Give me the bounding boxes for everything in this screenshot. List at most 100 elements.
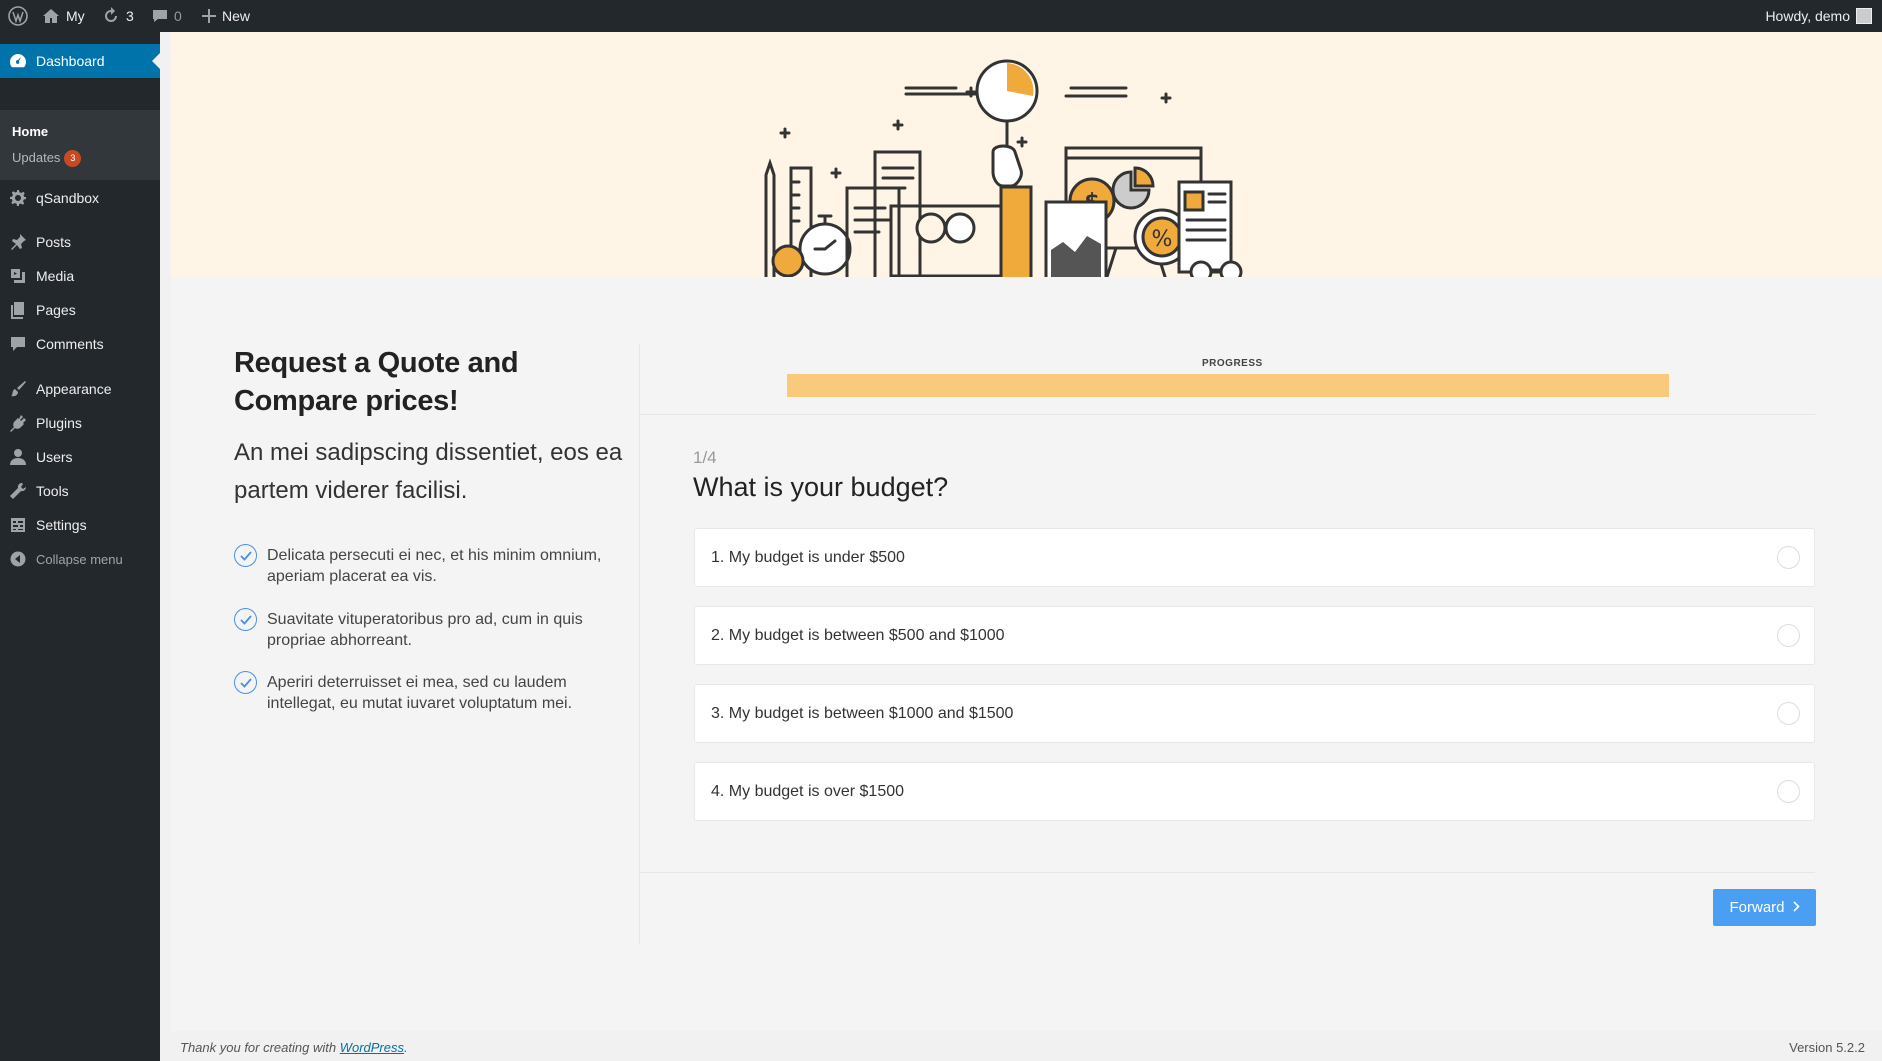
comment-icon [11, 337, 25, 351]
submenu-updates[interactable]: Updates 3 [12, 150, 82, 168]
wordpress-logo-icon[interactable] [8, 0, 28, 32]
hero-banner: $ % [171, 32, 1882, 277]
budget-option-1[interactable]: 1. My budget is under $500 [694, 528, 1815, 587]
page-title: Request a Quote and Compare prices! [234, 347, 519, 417]
sidebar-item-label: Tools [36, 483, 69, 499]
user-icon [10, 449, 26, 465]
media-icon [11, 269, 25, 283]
sidebar-item-dashboard[interactable]: Dashboard [0, 44, 160, 78]
comment-icon [153, 10, 167, 22]
settings-icon [11, 518, 25, 532]
site-name-link[interactable]: My [42, 0, 85, 32]
new-label: New [222, 8, 251, 24]
feature-text: Aperiri deterruisset ei mea, sed cu laud… [267, 674, 573, 712]
budget-option-3[interactable]: 3. My budget is between $1000 and $1500 [694, 684, 1815, 743]
sidebar-item-plugins[interactable]: Plugins [0, 406, 160, 440]
chevron-right-icon [1792, 899, 1800, 916]
sidebar-item-label: Pages [36, 302, 76, 318]
footer-thanks: Thank you for creating with WordPress. [180, 1040, 408, 1055]
paintbrush-icon [11, 381, 26, 397]
forward-button[interactable]: Forward [1713, 889, 1816, 926]
sidebar-item-label: Media [36, 268, 75, 284]
check-circle-icon [234, 608, 257, 631]
radio-button[interactable] [1777, 702, 1800, 725]
greeting: Howdy, demo [1765, 8, 1850, 24]
divider [640, 872, 1815, 873]
collapse-label: Collapse menu [36, 551, 123, 567]
option-label: 2. My budget is between $500 and $1000 [711, 626, 1005, 644]
sidebar-item-users[interactable]: Users [0, 440, 160, 474]
sidebar-item-qsandbox[interactable]: qSandbox [0, 181, 160, 215]
feature-item: Delicata persecuti ei nec, et his minim … [234, 544, 614, 587]
divider [640, 414, 1815, 415]
collapse-menu-button[interactable]: Collapse menu [0, 542, 160, 576]
site-name: My [66, 8, 85, 24]
radio-button[interactable] [1777, 624, 1800, 647]
comments-link[interactable]: 0 [152, 0, 182, 32]
step-indicator: 1/4 [693, 448, 717, 467]
budget-option-4[interactable]: 4. My budget is over $1500 [694, 762, 1815, 821]
check-circle-icon [234, 544, 257, 567]
comments-count: 0 [174, 8, 182, 24]
sidebar-item-pages[interactable]: Pages [0, 293, 160, 327]
footer-period: . [404, 1040, 408, 1055]
submenu-home[interactable]: Home [12, 124, 48, 139]
sidebar-item-label: Settings [36, 517, 87, 533]
dashboard-icon [10, 54, 26, 68]
progress-label: PROGRESS [1202, 358, 1263, 369]
sidebar-item-label: Posts [36, 234, 72, 250]
pages-icon [11, 302, 24, 319]
progress-bar [787, 374, 1669, 397]
option-label: 1. My budget is under $500 [711, 548, 905, 566]
my-account-link[interactable]: Howdy, demo [1765, 0, 1872, 32]
forward-label: Forward [1729, 899, 1785, 916]
plus-icon [202, 9, 216, 23]
sidebar-item-label: Comments [36, 336, 104, 352]
dashboard-submenu: Home Updates 3 [0, 110, 160, 180]
sidebar-item-label: Users [36, 449, 73, 465]
sidebar-item-tools[interactable]: Tools [0, 474, 160, 508]
option-label: 3. My budget is between $1000 and $1500 [711, 704, 1014, 722]
sidebar-item-comments[interactable]: Comments [0, 327, 160, 361]
svg-text:%: % [1152, 227, 1173, 252]
wordpress-link[interactable]: WordPress [340, 1040, 404, 1055]
radio-button[interactable] [1777, 780, 1800, 803]
submenu-updates-label: Updates [12, 150, 61, 165]
footer-thanks-text: Thank you for creating with [180, 1040, 340, 1055]
sidebar-item-posts[interactable]: Posts [0, 225, 160, 259]
updates-badge: 3 [64, 150, 82, 168]
updates-link[interactable]: 3 [102, 0, 134, 32]
sidebar-item-label: Dashboard [36, 53, 105, 69]
budget-option-2[interactable]: 2. My budget is between $500 and $1000 [694, 606, 1815, 665]
avatar [1856, 8, 1872, 24]
home-icon [43, 9, 59, 23]
wrench-icon [10, 482, 27, 499]
progress-fill [787, 374, 1669, 397]
option-label: 4. My budget is over $1500 [711, 782, 905, 800]
plugin-icon [10, 415, 26, 432]
refresh-icon [105, 7, 117, 22]
sidebar-item-label: Plugins [36, 415, 82, 431]
sidebar-item-label: qSandbox [36, 190, 100, 206]
sidebar-item-media[interactable]: Media [0, 259, 160, 293]
business-illustration: $ % [764, 59, 1243, 277]
collapse-icon [10, 551, 26, 567]
question-title: What is your budget? [693, 472, 949, 502]
current-indicator [152, 53, 160, 69]
feature-item: Aperiri deterruisset ei mea, sed cu laud… [234, 671, 614, 714]
sidebar-item-label: Appearance [36, 381, 112, 397]
sidebar-item-settings[interactable]: Settings [0, 508, 160, 542]
column-divider [639, 344, 640, 944]
gear-icon [10, 190, 26, 206]
new-content-link[interactable]: New [202, 0, 250, 32]
admin-bar: My 3 0 New Howdy, demo [0, 0, 1882, 32]
check-circle-icon [234, 671, 257, 694]
radio-button[interactable] [1777, 546, 1800, 569]
admin-sidebar: Dashboard Home Updates 3 qSandbox Posts M… [0, 32, 160, 1061]
sidebar-item-appearance[interactable]: Appearance [0, 372, 160, 406]
feature-text: Delicata persecuti ei nec, et his minim … [267, 547, 602, 585]
admin-footer: Thank you for creating with WordPress. V… [171, 1031, 1882, 1061]
feature-item: Suavitate vituperatoribus pro ad, cum in… [234, 608, 614, 651]
lead-text: An mei sadipscing dissentiet, eos ea par… [234, 439, 623, 504]
updates-count: 3 [126, 8, 134, 24]
